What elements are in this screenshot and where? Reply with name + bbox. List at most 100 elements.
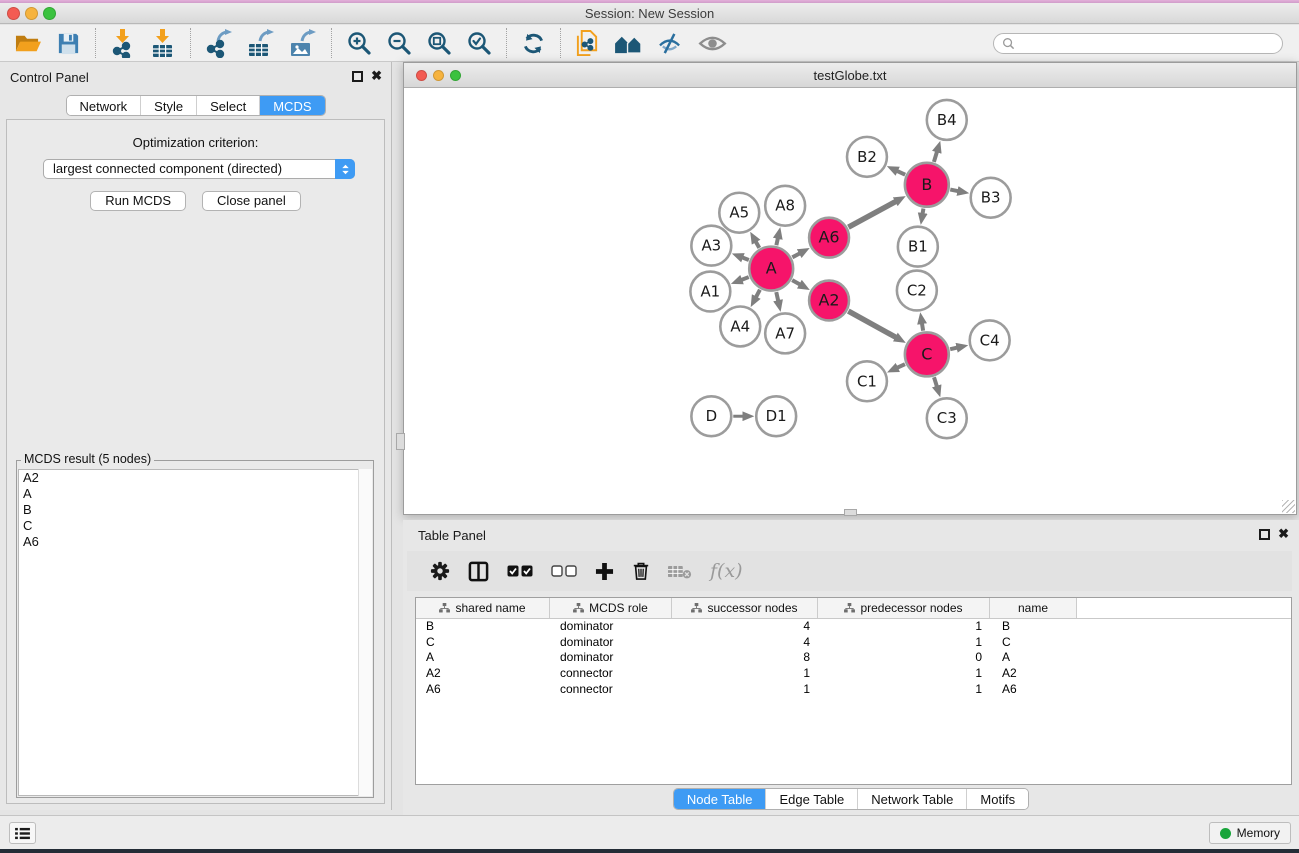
criterion-dropdown[interactable]: largest connected component (directed): [43, 159, 355, 179]
create-column-button[interactable]: [586, 562, 623, 581]
result-scrollbar[interactable]: [358, 469, 372, 796]
close-panel-button[interactable]: Close panel: [202, 191, 301, 211]
show-all-button[interactable]: [691, 26, 734, 60]
run-mcds-button[interactable]: Run MCDS: [90, 191, 186, 211]
svg-text:B1: B1: [908, 238, 928, 256]
table-row-a6[interactable]: A6connector11A6: [416, 682, 1291, 698]
tab-mcds[interactable]: MCDS: [259, 96, 324, 115]
table-row-a[interactable]: Adominator80A: [416, 650, 1291, 666]
vertical-split-grip[interactable]: [396, 433, 405, 450]
result-item-a6[interactable]: A6: [19, 534, 371, 550]
graph-node-A3[interactable]: A3: [691, 226, 731, 266]
zoom-in-button[interactable]: [339, 26, 379, 60]
graph-node-C2[interactable]: C2: [897, 271, 937, 311]
column-header-mcds-role[interactable]: MCDS role: [550, 598, 672, 618]
export-image-button[interactable]: [282, 26, 324, 60]
minimize-traffic-light[interactable]: [25, 7, 38, 20]
import-network-button[interactable]: [103, 26, 143, 60]
table-row-b[interactable]: Bdominator41B: [416, 619, 1291, 635]
open-session-button[interactable]: [6, 26, 49, 60]
unselect-all-columns-button[interactable]: [542, 565, 586, 578]
graph-node-C1[interactable]: C1: [847, 361, 887, 401]
tab-network[interactable]: Network: [66, 96, 140, 115]
first-neighbors-button[interactable]: [607, 26, 650, 60]
zoom-selected-button[interactable]: [459, 26, 499, 60]
svg-text:C3: C3: [937, 409, 957, 427]
import-table-button[interactable]: [143, 26, 183, 60]
status-bar: Memory: [0, 815, 1299, 849]
graph-node-C[interactable]: C: [905, 332, 949, 376]
graph-node-B3[interactable]: B3: [971, 178, 1011, 218]
tab-network-table[interactable]: Network Table: [857, 789, 966, 809]
table-row-c[interactable]: Cdominator41C: [416, 635, 1291, 651]
close-traffic-light[interactable]: [416, 70, 427, 81]
graph-node-A8[interactable]: A8: [765, 186, 805, 226]
show-column-panel-button[interactable]: [459, 561, 498, 582]
export-table-button[interactable]: [240, 26, 282, 60]
hide-selected-button[interactable]: [650, 26, 691, 60]
memory-button[interactable]: Memory: [1209, 822, 1291, 844]
toolbar-separator: [506, 28, 507, 58]
result-item-c[interactable]: C: [19, 518, 371, 534]
plus-icon: [595, 562, 614, 581]
network-window-titlebar: testGlobe.txt: [404, 63, 1296, 88]
graph-node-B2[interactable]: B2: [847, 137, 887, 177]
network-canvas[interactable]: B4 B2 B B3 A8A5 A6 B1 A3 A C2 A1 A2 A4A7 C4 C C1 D D1 C3: [404, 89, 1296, 514]
new-network-from-selection-button[interactable]: [568, 26, 607, 60]
window-resize-grip[interactable]: [1282, 500, 1295, 513]
graph-node-D1[interactable]: D1: [756, 396, 796, 436]
tab-style[interactable]: Style: [140, 96, 196, 115]
delete-column-button[interactable]: [623, 561, 659, 581]
close-panel-icon[interactable]: ✖: [371, 68, 382, 84]
tab-motifs[interactable]: Motifs: [966, 789, 1028, 809]
zoom-out-button[interactable]: [379, 26, 419, 60]
graph-node-A4[interactable]: A4: [720, 306, 760, 346]
tab-node-table[interactable]: Node Table: [674, 789, 766, 809]
export-network-button[interactable]: [198, 26, 240, 60]
close-traffic-light[interactable]: [7, 7, 20, 20]
graph-node-B[interactable]: B: [905, 163, 949, 207]
graph-node-B1[interactable]: B1: [898, 227, 938, 267]
apply-layout-button[interactable]: [514, 26, 553, 60]
minimize-traffic-light[interactable]: [433, 70, 444, 81]
float-panel-icon[interactable]: [1259, 529, 1270, 540]
horizontal-split-grip[interactable]: [844, 509, 857, 516]
zoom-fit-button[interactable]: [419, 26, 459, 60]
zoom-traffic-light[interactable]: [450, 70, 461, 81]
graph-node-A6[interactable]: A6: [809, 218, 849, 258]
table-row-a2[interactable]: A2connector11A2: [416, 666, 1291, 682]
graph-node-A2[interactable]: A2: [809, 281, 849, 321]
show-task-history-button[interactable]: [9, 822, 36, 844]
column-header-predecessor-nodes[interactable]: predecessor nodes: [818, 598, 990, 618]
column-header-successor-nodes[interactable]: successor nodes: [672, 598, 818, 618]
column-header-label: MCDS role: [589, 601, 648, 615]
table-settings-button[interactable]: [421, 561, 459, 581]
graph-node-A[interactable]: A: [749, 247, 793, 291]
column-header-name[interactable]: name: [990, 598, 1077, 618]
result-item-a2[interactable]: A2: [19, 470, 371, 486]
eye-icon: [698, 34, 727, 53]
network-search-input[interactable]: [1021, 35, 1282, 51]
float-panel-icon[interactable]: [352, 71, 363, 82]
column-header-shared-name[interactable]: shared name: [416, 598, 550, 618]
memory-label: Memory: [1237, 826, 1280, 840]
column-header-label: name: [1018, 601, 1048, 615]
save-session-button[interactable]: [49, 26, 88, 60]
graph-node-C4[interactable]: C4: [970, 320, 1010, 360]
graph-node-A1[interactable]: A1: [690, 272, 730, 312]
graph-node-A5[interactable]: A5: [719, 193, 759, 233]
graph-node-C3[interactable]: C3: [927, 398, 967, 438]
result-item-b[interactable]: B: [19, 502, 371, 518]
table-header-filler: [1077, 598, 1291, 618]
select-all-columns-button[interactable]: [498, 565, 542, 578]
result-item-a[interactable]: A: [19, 486, 371, 502]
tab-select[interactable]: Select: [196, 96, 259, 115]
network-graph: B4 B2 B B3 A8A5 A6 B1 A3 A C2 A1 A2 A4A7 C4 C C1 D D1 C3: [404, 89, 1296, 514]
tab-edge-table[interactable]: Edge Table: [765, 789, 857, 809]
zoom-traffic-light[interactable]: [43, 7, 56, 20]
close-panel-icon[interactable]: ✖: [1278, 526, 1289, 542]
graph-node-D[interactable]: D: [691, 396, 731, 436]
graph-node-B4[interactable]: B4: [927, 100, 967, 140]
window-title: Session: New Session: [0, 3, 1299, 24]
graph-node-A7[interactable]: A7: [765, 313, 805, 353]
